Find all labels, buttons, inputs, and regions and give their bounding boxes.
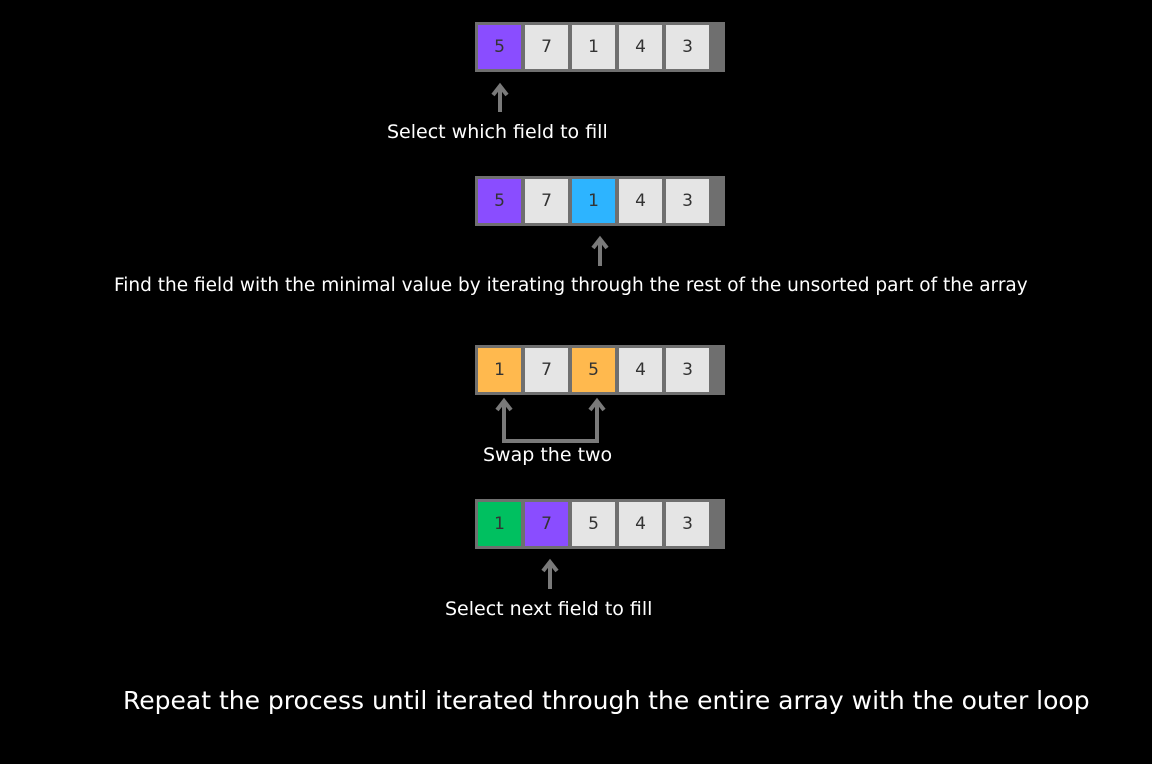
- step-1-arrow-icon: [491, 82, 509, 112]
- step-4-arrow-icon: [541, 558, 559, 589]
- step-2-arrow-icon: [591, 235, 609, 266]
- arrows-layer: [491, 82, 609, 589]
- swap-arrows-icon: [495, 397, 606, 443]
